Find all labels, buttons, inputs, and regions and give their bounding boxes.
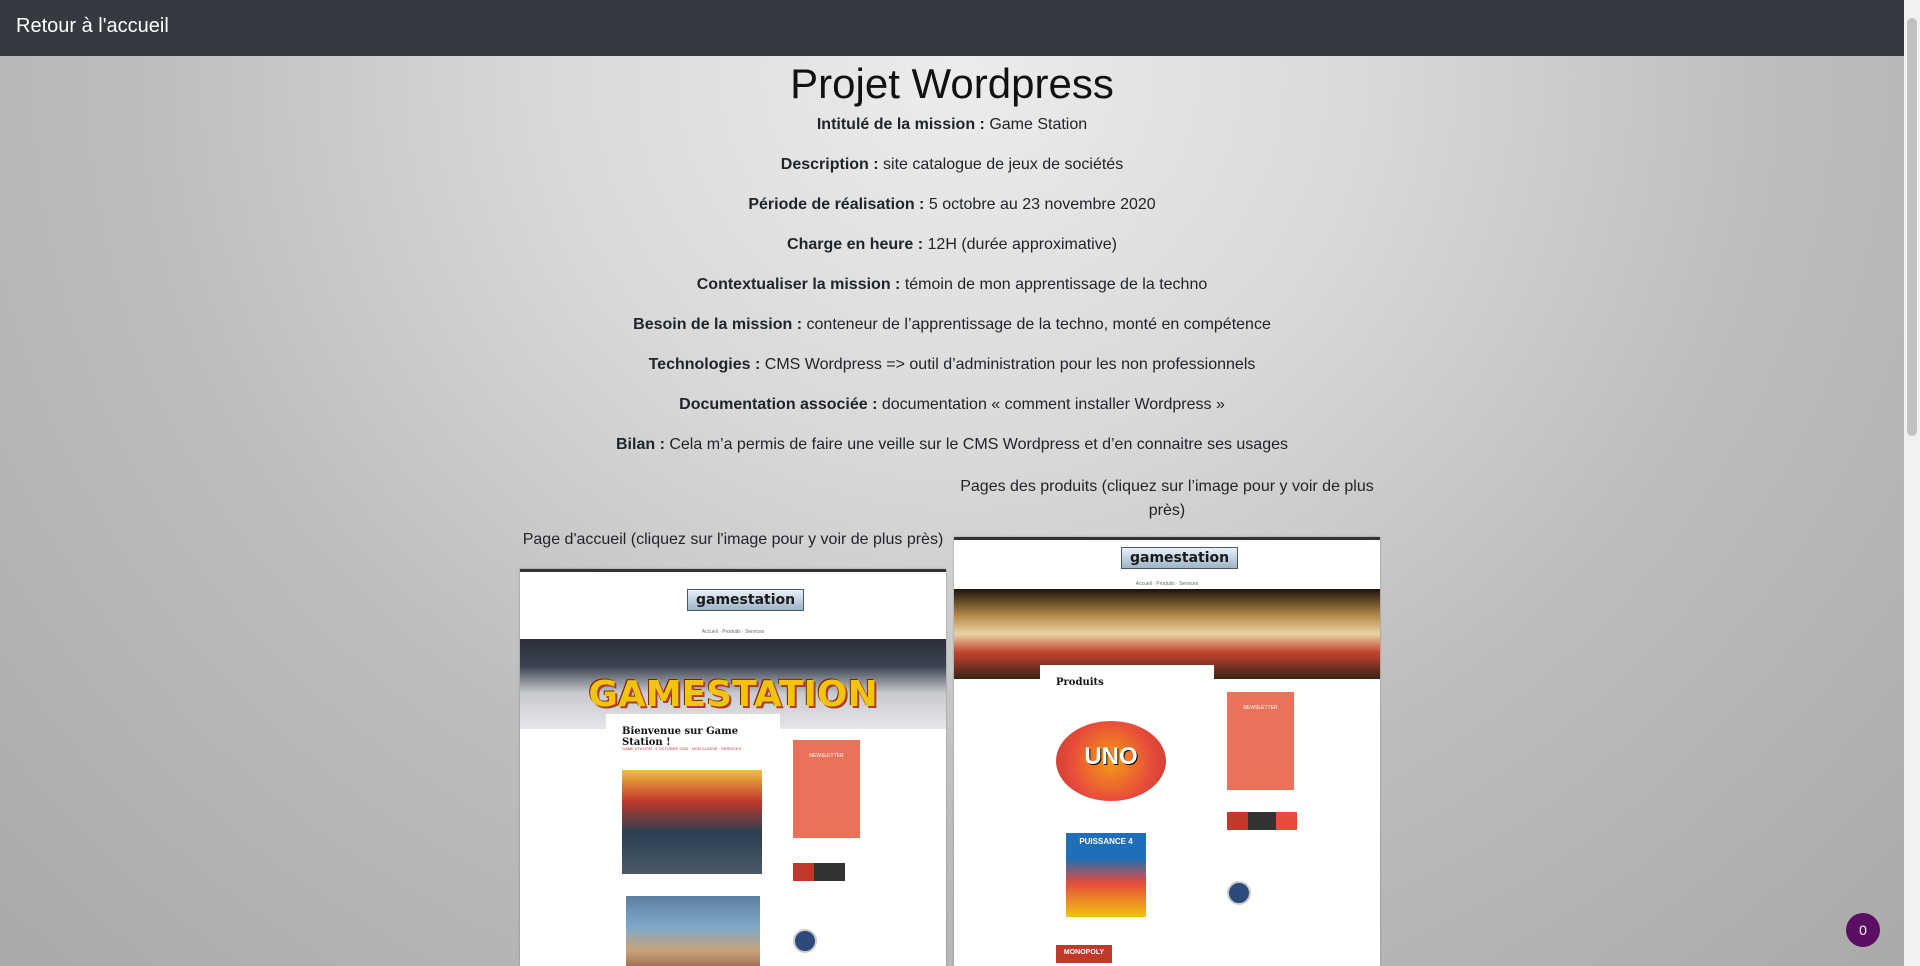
badge-icon [793, 929, 817, 953]
products-title: Produits [1056, 677, 1104, 688]
partner-logos [793, 863, 845, 881]
newsletter-title: NEWSLETTER [1243, 705, 1278, 711]
products-caption-line1: Pages des produits (cliquez sur l’image … [960, 478, 1374, 495]
post-meta: GAME STATION · 5 OCTOBRE 2020 · NON CLAS… [622, 746, 742, 751]
gallery: Page d'accueil (cliquez sur l'image pour… [0, 0, 1904, 966]
home-caption: Page d'accueil (cliquez sur l'image pour… [522, 531, 944, 548]
thumbnail-nav: Accueil · Produits · Services [701, 629, 765, 635]
uno-product-image: UNO [1056, 721, 1166, 801]
uno-label: UNO [1084, 743, 1138, 770]
chat-widget-button[interactable]: 0 [1846, 913, 1880, 947]
store-photo [622, 770, 762, 874]
partner-logos [1227, 812, 1297, 830]
monopoly-label: MONOPOLY [1063, 949, 1105, 956]
products-caption-line2: près) [1148, 502, 1186, 519]
newsletter-box: NEWSLETTER [793, 740, 860, 838]
scrollbar-thumb[interactable] [1907, 18, 1917, 436]
puissance4-label: PUISSANCE 4 [1079, 837, 1133, 846]
thumbnail-top-bar [520, 569, 946, 572]
gamestation-logo: gamestation [1121, 547, 1239, 569]
welcome-title: Bienvenue sur Game Station ! [622, 726, 739, 748]
monopoly-product-image: MONOPOLY [1056, 945, 1112, 963]
newsletter-box: NEWSLETTER [1227, 692, 1294, 790]
hero-title: GAMESTATION [588, 674, 878, 715]
thumbnail-nav: Accueil · Produits · Services [1135, 581, 1199, 587]
gamestation-logo: gamestation [687, 589, 805, 611]
puissance4-product-image: PUISSANCE 4 [1066, 833, 1146, 917]
newsletter-title: NEWSLETTER [809, 753, 844, 759]
welcome-card: Bienvenue sur Game Station ! GAME STATIO… [606, 714, 780, 966]
products-card: Produits UNO PUISSANCE 4 MONOPOLY [1040, 665, 1214, 966]
badge-icon [1227, 881, 1251, 905]
products-page-thumbnail[interactable]: gamestation Accueil · Produits · Service… [954, 537, 1380, 966]
thumbnail-top-bar [954, 537, 1380, 540]
page-scrollbar[interactable] [1904, 0, 1920, 966]
products-caption: Pages des produits (cliquez sur l’image … [954, 475, 1380, 523]
game-box-photo [626, 896, 760, 966]
home-page-thumbnail[interactable]: gamestation Accueil · Produits · Service… [520, 569, 946, 966]
